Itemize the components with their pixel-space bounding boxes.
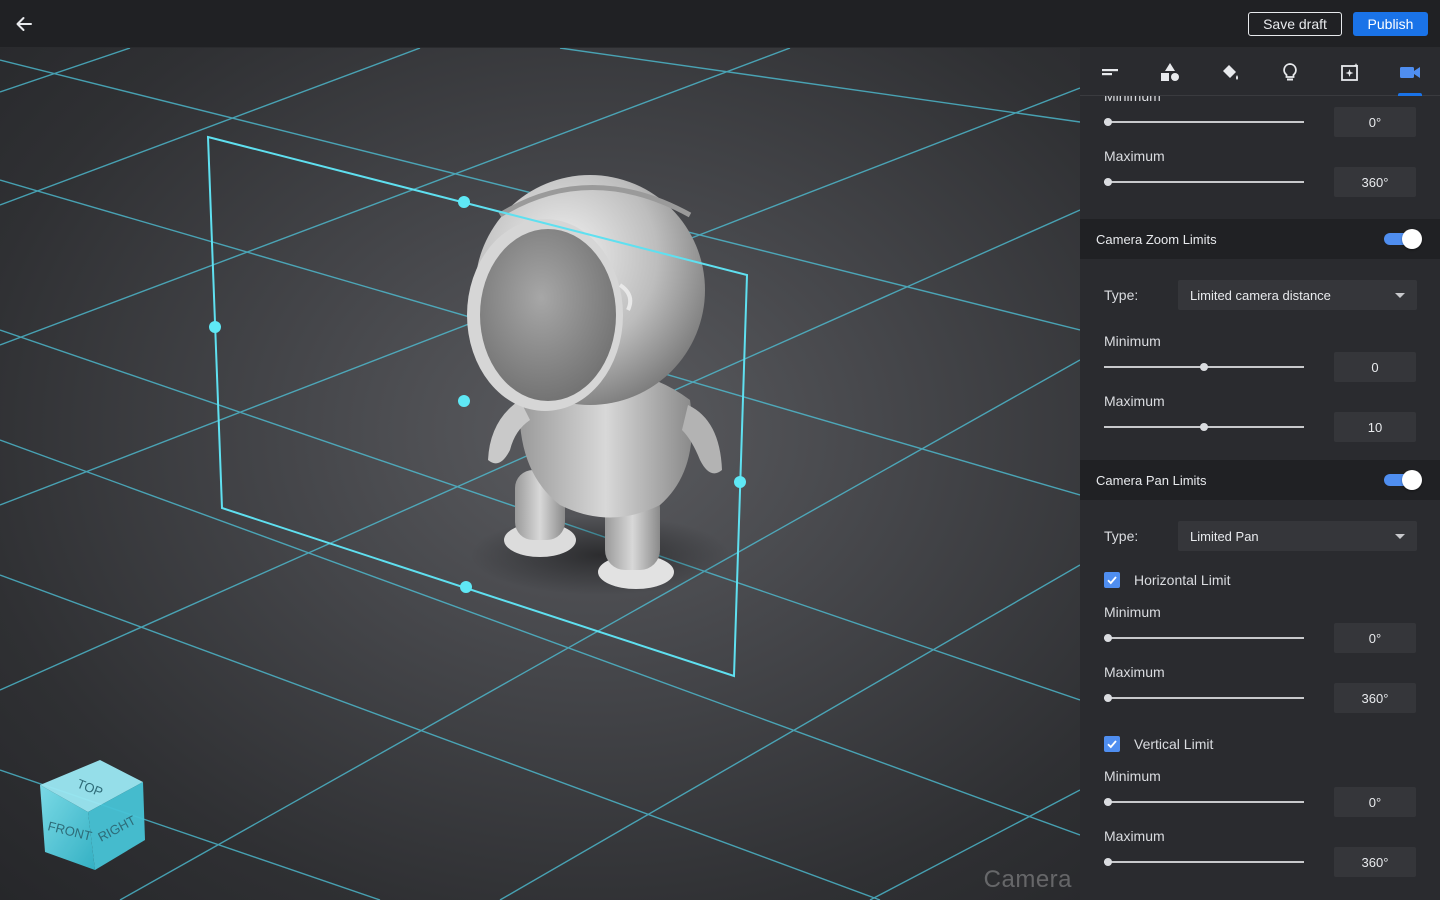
3d-viewport[interactable]: TOP FRONT RIGHT Camera: [0, 48, 1080, 900]
viewport-watermark: Camera: [983, 866, 1072, 893]
zoom-limits-title: Camera Zoom Limits: [1096, 232, 1217, 247]
lightbulb-icon: [1283, 63, 1297, 81]
pan-type-value: Limited Pan: [1190, 529, 1259, 544]
orbit-max-label: Maximum: [1104, 148, 1165, 164]
zoom-min-slider[interactable]: [1104, 362, 1304, 372]
tab-environment[interactable]: [1320, 48, 1380, 96]
pan-type-select[interactable]: Limited Pan: [1178, 521, 1417, 551]
zoom-max-input[interactable]: 10: [1334, 412, 1416, 442]
menu-lines-icon: [1102, 69, 1118, 76]
orbit-min-input[interactable]: 0°: [1334, 107, 1416, 137]
slider-thumb[interactable]: [1104, 178, 1112, 186]
zoom-type-select[interactable]: Limited camera distance: [1178, 280, 1417, 310]
orbit-max-input[interactable]: 360°: [1334, 167, 1416, 197]
view-cube: TOP FRONT RIGHT: [40, 760, 145, 870]
zoom-min-input[interactable]: 0: [1334, 352, 1416, 382]
horizontal-limit-label: Horizontal Limit: [1134, 572, 1231, 588]
vertical-max-label: Maximum: [1104, 828, 1165, 844]
horizontal-min-slider[interactable]: [1104, 633, 1304, 643]
tab-general[interactable]: [1080, 48, 1140, 96]
pan-limits-header: Camera Pan Limits: [1080, 460, 1440, 500]
back-button[interactable]: [10, 10, 38, 38]
vertical-min-label: Minimum: [1104, 768, 1161, 784]
tab-materials[interactable]: [1200, 48, 1260, 96]
slider-thumb[interactable]: [1104, 634, 1112, 642]
panel-tab-bar: [1080, 48, 1440, 96]
zoom-max-label: Maximum: [1104, 393, 1165, 409]
horizontal-min-input[interactable]: 0°: [1334, 623, 1416, 653]
tab-camera[interactable]: [1380, 48, 1440, 96]
panel-content: Minimum 0° Maximum 360° Camera Zoom Limi…: [1080, 48, 1440, 900]
dropdown-caret-icon: [1395, 293, 1405, 298]
vertical-max-slider[interactable]: [1104, 857, 1304, 867]
slider-thumb[interactable]: [1104, 694, 1112, 702]
viewport-scene: TOP FRONT RIGHT: [0, 48, 1080, 900]
image-sparkle-icon: [1341, 63, 1359, 81]
pan-type-label: Type:: [1104, 528, 1139, 544]
vertical-min-input[interactable]: 0°: [1334, 787, 1416, 817]
horizontal-max-input[interactable]: 360°: [1334, 683, 1416, 713]
publish-button[interactable]: Publish: [1353, 12, 1428, 36]
orbit-max-slider[interactable]: [1104, 177, 1304, 187]
horizontal-max-label: Maximum: [1104, 664, 1165, 680]
orbit-min-slider[interactable]: [1104, 117, 1304, 127]
properties-panel: Minimum 0° Maximum 360° Camera Zoom Limi…: [1080, 48, 1440, 900]
slider-thumb[interactable]: [1104, 118, 1112, 126]
zoom-limits-header: Camera Zoom Limits: [1080, 219, 1440, 259]
pan-limits-toggle[interactable]: [1384, 470, 1422, 490]
vertical-min-slider[interactable]: [1104, 797, 1304, 807]
zoom-limits-toggle[interactable]: [1384, 229, 1422, 249]
slider-thumb[interactable]: [1104, 798, 1112, 806]
slider-thumb[interactable]: [1200, 363, 1208, 371]
paint-bucket-icon: [1223, 65, 1238, 80]
arrow-left-icon: [16, 17, 32, 31]
vertical-limit-label: Vertical Limit: [1134, 736, 1214, 752]
zoom-type-value: Limited camera distance: [1190, 288, 1331, 303]
horizontal-limit-checkbox[interactable]: [1104, 572, 1120, 588]
zoom-max-slider[interactable]: [1104, 422, 1304, 432]
slider-thumb[interactable]: [1200, 423, 1208, 431]
tab-objects[interactable]: [1140, 48, 1200, 96]
pan-limits-title: Camera Pan Limits: [1096, 473, 1207, 488]
horizontal-min-label: Minimum: [1104, 604, 1161, 620]
tab-lighting[interactable]: [1260, 48, 1320, 96]
shapes-icon: [1161, 63, 1179, 81]
dropdown-caret-icon: [1395, 534, 1405, 539]
checkmark-icon: [1107, 576, 1117, 585]
video-camera-icon: [1400, 67, 1420, 78]
save-draft-button[interactable]: Save draft: [1248, 12, 1342, 36]
checkmark-icon: [1107, 740, 1117, 749]
character-shadow: [470, 515, 730, 595]
vertical-max-input[interactable]: 360°: [1334, 847, 1416, 877]
zoom-type-label: Type:: [1104, 287, 1139, 303]
slider-thumb[interactable]: [1104, 858, 1112, 866]
top-bar: Save draft Publish: [0, 0, 1440, 48]
zoom-min-label: Minimum: [1104, 333, 1161, 349]
vertical-limit-checkbox[interactable]: [1104, 736, 1120, 752]
horizontal-max-slider[interactable]: [1104, 693, 1304, 703]
